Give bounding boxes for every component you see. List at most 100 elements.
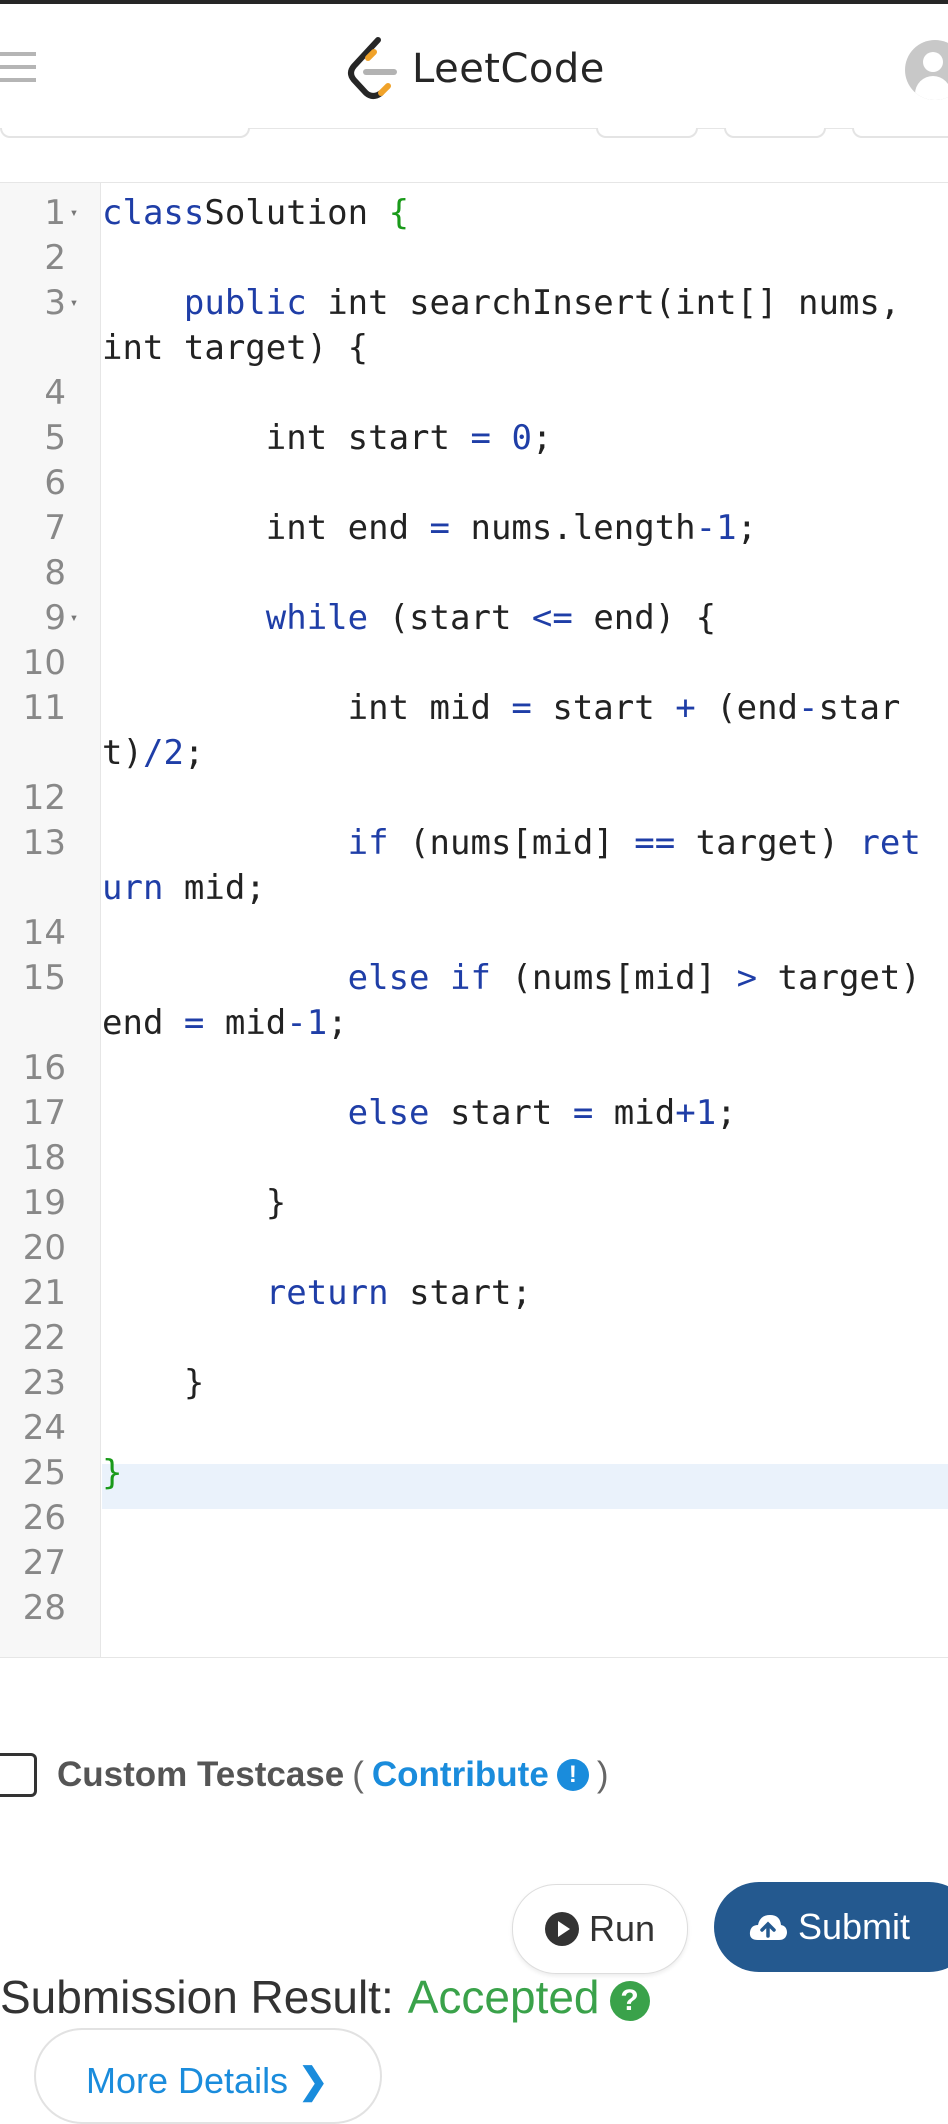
line-number: 16 xyxy=(22,1048,66,1088)
cloud-upload-icon xyxy=(749,1915,787,1940)
code-text[interactable]: int mid = start + (end-start)/2; xyxy=(82,686,930,776)
line-number: 23 xyxy=(22,1363,66,1403)
line-number: 10 xyxy=(22,643,66,683)
code-line[interactable]: 26 xyxy=(0,1496,948,1541)
line-number: 5 xyxy=(44,418,66,458)
code-line[interactable]: 8 xyxy=(0,551,948,596)
code-text[interactable]: } xyxy=(82,1181,930,1226)
code-line[interactable]: 11 int mid = start + (end-start)/2; xyxy=(0,686,948,776)
code-line[interactable]: 16 xyxy=(0,1046,948,1091)
code-text[interactable]: else start = mid+1; xyxy=(82,1091,930,1136)
code-line[interactable]: 12 xyxy=(0,776,948,821)
code-text[interactable]: } xyxy=(82,1451,930,1496)
code-line[interactable]: 23 } xyxy=(0,1361,948,1406)
submit-label: Submit xyxy=(798,1906,911,1947)
code-lines[interactable]: 1 ▾ classSolution {2 3 ▾ public int searchIn… xyxy=(0,191,948,1631)
line-number: 27 xyxy=(22,1543,66,1583)
code-text[interactable]: classSolution { xyxy=(82,191,930,236)
code-line[interactable]: 18 xyxy=(0,1136,948,1181)
line-number: 26 xyxy=(22,1498,66,1538)
code-line[interactable]: 25} xyxy=(0,1451,948,1496)
code-line[interactable]: 28 xyxy=(0,1586,948,1631)
editor-toolbar xyxy=(0,128,948,182)
play-icon xyxy=(544,1912,579,1946)
more-details-label: More Details xyxy=(86,2060,289,2101)
line-number: 12 xyxy=(22,778,66,818)
code-line[interactable]: 15 else if (nums[mid] > target) end = mi… xyxy=(0,956,948,1046)
line-number: 11 xyxy=(22,688,66,728)
code-line[interactable]: 17 else start = mid+1; xyxy=(0,1091,948,1136)
fold-arrow-icon[interactable]: ▾ xyxy=(66,191,82,236)
line-number: 3 xyxy=(44,283,66,323)
line-number: 19 xyxy=(22,1183,66,1223)
line-number: 22 xyxy=(22,1318,66,1358)
code-line[interactable]: 2 xyxy=(0,236,948,281)
fold-arrow-icon[interactable]: ▾ xyxy=(66,281,82,326)
code-line[interactable]: 13 if (nums[mid] == target) return mid; xyxy=(0,821,948,911)
result-status: Accepted xyxy=(407,1971,600,2023)
more-details-button[interactable]: More Details ❯ xyxy=(34,2028,382,2124)
code-line[interactable]: 21 return start; xyxy=(0,1271,948,1316)
code-line[interactable]: 14 xyxy=(0,911,948,956)
code-line[interactable]: 4 xyxy=(0,371,948,416)
code-line[interactable]: 6 xyxy=(0,461,948,506)
line-number: 20 xyxy=(22,1228,66,1268)
code-line[interactable]: 24 xyxy=(0,1406,948,1451)
line-number: 24 xyxy=(22,1408,66,1448)
contribute-link[interactable]: Contribute xyxy=(372,1755,549,1795)
custom-testcase-row: Custom Testcase ( Contribute ! ) xyxy=(0,1740,616,1810)
run-label: Run xyxy=(588,1908,656,1949)
submission-result-label: Submission Result: xyxy=(0,1971,394,2023)
submit-button[interactable]: Submit xyxy=(714,1882,948,1972)
code-text[interactable]: public int searchInsert(int[] nums, int … xyxy=(82,281,930,371)
code-text[interactable]: } xyxy=(82,1361,930,1406)
code-text[interactable]: int start = 0; xyxy=(82,416,930,461)
help-icon[interactable]: ? xyxy=(609,1980,650,2021)
leetcode-logo[interactable]: LeetCode xyxy=(344,34,605,104)
code-text[interactable]: int end = nums.length-1; xyxy=(82,506,930,551)
line-number: 8 xyxy=(44,553,66,593)
toolbar-button[interactable] xyxy=(852,128,948,138)
custom-testcase-label: Custom Testcase xyxy=(57,1755,345,1794)
line-number: 17 xyxy=(22,1093,66,1133)
code-line[interactable]: 20 xyxy=(0,1226,948,1271)
line-number: 4 xyxy=(44,373,66,413)
code-text[interactable]: while (start <= end) { xyxy=(82,596,930,641)
code-text[interactable]: else if (nums[mid] > target) end = mid-1… xyxy=(82,956,930,1046)
code-editor[interactable]: 1 ▾ classSolution {2 3 ▾ public int searchIn… xyxy=(0,182,948,1658)
code-line[interactable]: 5 int start = 0; xyxy=(0,416,948,461)
line-number: 18 xyxy=(22,1138,66,1178)
line-number: 13 xyxy=(22,823,66,863)
line-number: 25 xyxy=(22,1453,66,1493)
toolbar-button[interactable] xyxy=(724,128,826,138)
user-avatar-icon[interactable] xyxy=(905,40,948,100)
line-number: 14 xyxy=(22,913,66,953)
code-line[interactable]: 10 xyxy=(0,641,948,686)
line-number: 7 xyxy=(44,508,66,548)
submission-result: Submission Result: Accepted? xyxy=(0,1970,650,2024)
logo-text: LeetCode xyxy=(412,46,605,92)
code-line[interactable]: 1 ▾ classSolution { xyxy=(0,191,948,236)
code-text[interactable]: if (nums[mid] == target) return mid; xyxy=(82,821,930,911)
info-icon[interactable]: ! xyxy=(556,1759,589,1791)
code-line[interactable]: 22 xyxy=(0,1316,948,1361)
run-button[interactable]: Run xyxy=(512,1884,688,1974)
line-number: 15 xyxy=(22,958,66,998)
line-number: 9 xyxy=(44,598,66,638)
leetcode-logo-icon xyxy=(348,37,397,99)
app-header: LeetCode xyxy=(0,4,948,129)
line-number: 28 xyxy=(22,1588,66,1628)
language-select[interactable] xyxy=(0,128,250,138)
code-text[interactable]: return start; xyxy=(82,1271,930,1316)
custom-testcase-checkbox[interactable] xyxy=(0,1753,37,1797)
code-line[interactable]: 3 ▾ public int searchInsert(int[] nums, i… xyxy=(0,281,948,371)
line-number: 2 xyxy=(44,238,66,278)
code-line[interactable]: 7 int end = nums.length-1; xyxy=(0,506,948,551)
code-line[interactable]: 9 ▾ while (start <= end) { xyxy=(0,596,948,641)
hamburger-icon[interactable] xyxy=(0,52,36,88)
code-line[interactable]: 19 } xyxy=(0,1181,948,1226)
open-paren: ( xyxy=(352,1755,364,1794)
fold-arrow-icon[interactable]: ▾ xyxy=(66,596,82,641)
code-line[interactable]: 27 xyxy=(0,1541,948,1586)
toolbar-button[interactable] xyxy=(596,128,698,138)
